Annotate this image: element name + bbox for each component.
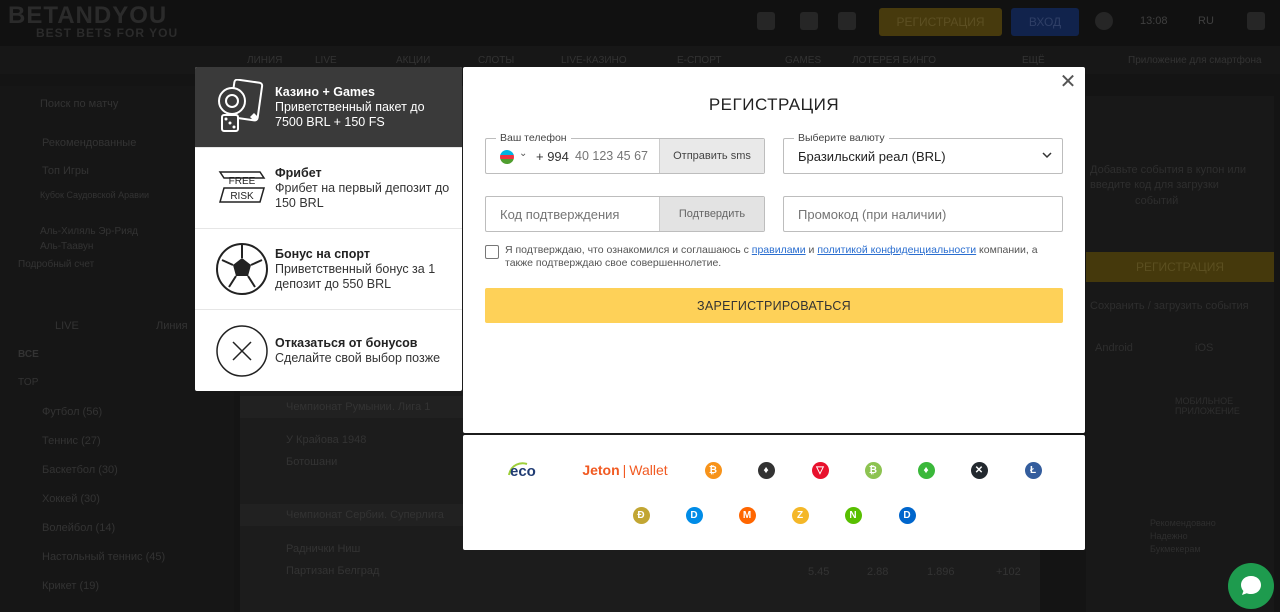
register-submit-button[interactable]: ЗАРЕГИСТРИРОВАТЬСЯ: [485, 288, 1063, 323]
zcash-icon-glyph: Z: [791, 506, 809, 524]
bonus-option-none[interactable]: Отказаться от бонусов Сделайте свой выбо…: [195, 310, 462, 391]
ethereum-classic-icon: ♦: [917, 461, 935, 479]
promo-code-field: [783, 196, 1063, 232]
bonus-selector: Казино + Games Приветственный пакет до 7…: [195, 67, 462, 391]
zcash-icon: Z: [791, 506, 809, 524]
ripple-icon-glyph: ✕: [970, 461, 988, 479]
terms-text-part: и: [805, 244, 818, 256]
terms-checkbox[interactable]: [485, 245, 499, 259]
tron-icon-glyph: ▽: [811, 461, 829, 479]
privacy-policy-link[interactable]: политикой конфиденциальности: [817, 244, 976, 256]
digibyte-icon: D: [898, 506, 916, 524]
dash-icon: D: [685, 506, 703, 524]
jeton-divider: |: [622, 462, 627, 478]
chat-button[interactable]: [1228, 563, 1274, 609]
jeton-text: Jeton: [582, 462, 620, 478]
rules-link[interactable]: правилами: [752, 244, 806, 256]
bitcoin-icon: ₿: [704, 461, 722, 479]
terms-text: Я подтверждаю, что ознакомился и соглаша…: [505, 244, 1065, 270]
monero-icon: M: [738, 506, 756, 524]
ecopayz-logo: eco: [507, 459, 545, 481]
casino-games-icon: [211, 76, 273, 138]
dogecoin-icon-glyph: Ð: [632, 506, 650, 524]
litecoin-icon-glyph: Ł: [1024, 461, 1042, 479]
phone-label: Ваш телефон: [496, 132, 571, 144]
phone-country-code: + 994: [536, 149, 569, 164]
svg-text:RISK: RISK: [230, 191, 254, 202]
bitcoin-cash-icon: ₿: [864, 461, 882, 479]
bonus-description: Фрибет на первый депозит до 150 BRL: [275, 181, 450, 210]
tron-icon: ▽: [811, 461, 829, 479]
terms-agreement: Я подтверждаю, что ознакомился и соглаша…: [485, 244, 1065, 270]
bonus-title: Казино + Games: [275, 85, 375, 99]
bitcoin-cash-icon-glyph: ₿: [864, 461, 882, 479]
payment-methods: eco Jeton | Wallet ₿ ♦ ▽ ₿ ♦ ✕ Ł Ð D M Z N D: [463, 435, 1085, 550]
litecoin-icon: Ł: [1024, 461, 1042, 479]
svg-text:FREE: FREE: [229, 176, 256, 187]
currency-value: Бразильский реал (BRL): [798, 149, 946, 164]
bonus-option-sport[interactable]: Бонус на спорт Приветственный бонус за 1…: [195, 229, 462, 310]
send-sms-button[interactable]: Отправить sms: [659, 139, 764, 173]
promo-code-input[interactable]: [798, 207, 1048, 222]
chevron-down-icon[interactable]: ⌄: [519, 148, 527, 159]
freebet-icon: FREE RISK: [211, 157, 273, 219]
close-icon[interactable]: ✕: [1059, 72, 1077, 92]
ethereum-icon-glyph: ♦: [757, 461, 775, 479]
chat-bubble-icon: [1241, 576, 1261, 595]
jeton-wallet-logo: Jeton | Wallet: [580, 460, 670, 480]
bonus-title: Фрибет: [275, 166, 322, 180]
chevron-down-icon: [1042, 152, 1052, 159]
soccer-ball-icon: [211, 238, 273, 300]
digibyte-icon-glyph: D: [898, 506, 916, 524]
phone-field: Ваш телефон ⌄ + 994 Отправить sms: [485, 132, 765, 174]
bonus-description: Сделайте свой выбор позже: [275, 351, 441, 365]
modal-title: РЕГИСТРАЦИЯ: [708, 95, 840, 114]
currency-select[interactable]: Выберите валюту Бразильский реал (BRL): [783, 132, 1063, 174]
bitcoin-icon-glyph: ₿: [704, 461, 722, 479]
ethereum-icon: ♦: [757, 461, 775, 479]
phone-input[interactable]: [575, 149, 659, 163]
currency-label: Выберите валюту: [794, 132, 889, 144]
wallet-text: Wallet: [629, 462, 668, 478]
confirmation-code-input[interactable]: [500, 207, 650, 222]
terms-text-part: Я подтверждаю, что ознакомился и соглаша…: [505, 244, 752, 256]
azerbaijan-flag-icon[interactable]: [500, 150, 514, 164]
registration-modal: ✕ РЕГИСТРАЦИЯ Ваш телефон ⌄ + 994 Отправ…: [463, 67, 1085, 433]
svg-text:eco: eco: [510, 463, 536, 480]
ripple-icon: ✕: [970, 461, 988, 479]
monero-icon-glyph: M: [738, 506, 756, 524]
dogecoin-icon: Ð: [632, 506, 650, 524]
bonus-description: Приветственный бонус за 1 депозит до 550…: [275, 262, 436, 291]
neo-icon: N: [844, 506, 862, 524]
confirmation-code-field: Подтвердить: [485, 196, 765, 232]
neo-icon-glyph: N: [844, 506, 862, 524]
bonus-option-freebet[interactable]: FREE RISK Фрибет Фрибет на первый депози…: [195, 148, 462, 229]
bonus-title: Бонус на спорт: [275, 247, 370, 261]
bonus-title: Отказаться от бонусов: [275, 336, 418, 350]
dash-icon-glyph: D: [685, 506, 703, 524]
confirm-code-button[interactable]: Подтвердить: [659, 197, 764, 231]
bonus-option-casino[interactable]: Казино + Games Приветственный пакет до 7…: [195, 67, 462, 148]
ethereum-classic-icon-glyph: ♦: [917, 461, 935, 479]
cancel-x-icon: [211, 320, 273, 382]
bonus-description: Приветственный пакет до 7500 BRL + 150 F…: [275, 100, 425, 129]
